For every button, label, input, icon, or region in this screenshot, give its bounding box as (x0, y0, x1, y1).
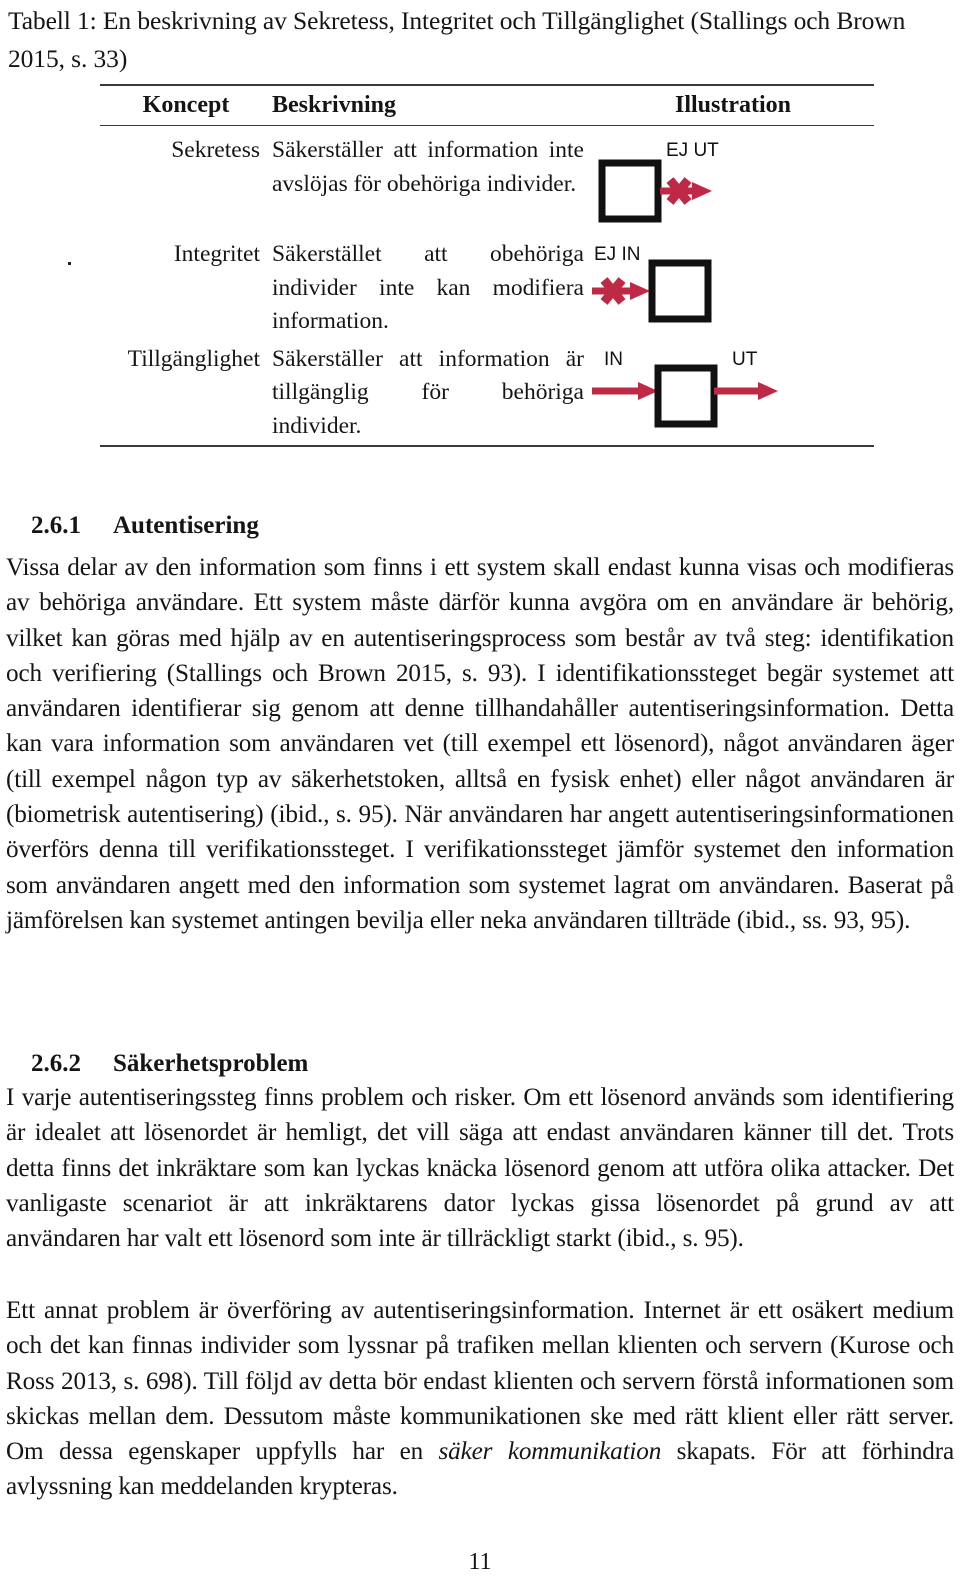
header-koncept: Koncept (142, 92, 230, 118)
table-bottom-rule (100, 445, 874, 447)
blocked-arrow-in (592, 277, 650, 305)
illustration-label-ut: UT (732, 349, 758, 370)
heading-2-6-2-number: 2.6.2 (31, 1050, 81, 1077)
paragraph-sakerhetsproblem-1: I varje autentiseringssteg finns problem… (6, 1084, 954, 1253)
page-number: 11 (468, 1549, 492, 1575)
paragraph-autentisering: Vissa delar av den information som finns… (6, 554, 954, 934)
cell-koncept-sekretess: Sekretess (171, 137, 260, 163)
heading-2-6-1-title: Autentisering (113, 512, 259, 539)
table-row: Tillgänglighet Säkerställer att informat… (100, 339, 874, 444)
system-box (654, 364, 718, 427)
heading-2-6-1-number: 2.6.1 (31, 512, 81, 539)
table-1: Koncept Beskrivning Illustration Sekrete… (100, 84, 874, 447)
document-page: Tabell 1: En beskrivning av Sekretess, I… (0, 0, 960, 1583)
cell-illustration-integritet: EJ IN (592, 238, 874, 338)
cell-illustration-sekretess: EJ UT (592, 134, 874, 234)
cell-beskrivning-integritet: Säkerstället att obehöriga individer int… (272, 241, 584, 334)
illustration-label-ej-in: EJ IN (594, 244, 640, 265)
emphasis-saker-kommunikation: säker kommunikation (438, 1438, 662, 1466)
system-box (598, 159, 662, 223)
header-beskrivning: Beskrivning (272, 92, 397, 118)
paragraph-sakerhetsproblem-2: Ett annat problem är överföring av auten… (6, 1293, 954, 1505)
heading-2-6-2-title: Säkerhetsproblem (113, 1050, 309, 1077)
table-header-row: Koncept Beskrivning Illustration (100, 86, 874, 125)
cell-koncept-integritet: Integritet (173, 241, 260, 267)
cell-beskrivning-tillganglighet: Säkerställer att information är tillgäng… (272, 345, 584, 439)
illustration-label-in: IN (604, 349, 623, 370)
illustration-box-in-out: IN UT (592, 343, 874, 443)
cell-beskrivning-sekretess: Säkerställer att information inte avslöj… (272, 137, 584, 197)
illustration-label-ej-ut: EJ UT (666, 140, 719, 161)
blocked-arrow-out (660, 177, 712, 205)
table-row: Integritet Säkerstället att obehöriga in… (100, 234, 874, 339)
table-row: Sekretess Säkerställer att information i… (100, 126, 874, 234)
illustration-box-blocked-in: EJ IN (592, 238, 874, 338)
arrow-in (592, 381, 658, 400)
table-caption: Tabell 1: En beskrivning av Sekretess, I… (8, 6, 906, 73)
header-illustration: Illustration (674, 92, 791, 118)
system-box (648, 259, 712, 323)
cell-illustration-tillganglighet: IN UT (592, 343, 874, 443)
illustration-box-blocked-out: EJ UT (592, 134, 874, 234)
cell-koncept-tillganglighet: Tillgänglighet (127, 345, 260, 372)
margin-artifact-dot (68, 262, 71, 265)
arrow-out (714, 381, 778, 400)
